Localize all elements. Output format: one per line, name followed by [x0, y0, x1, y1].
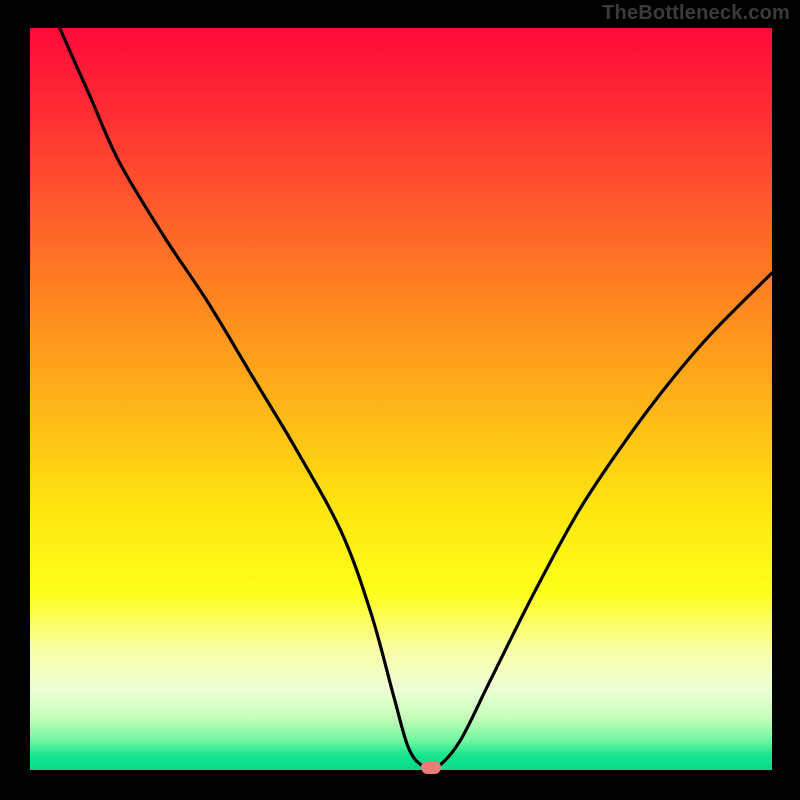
bottleneck-curve [30, 28, 772, 770]
watermark-text: TheBottleneck.com [602, 2, 790, 25]
optimal-point-marker [421, 761, 441, 774]
plot-area [30, 28, 772, 770]
chart-frame: TheBottleneck.com [0, 0, 800, 800]
